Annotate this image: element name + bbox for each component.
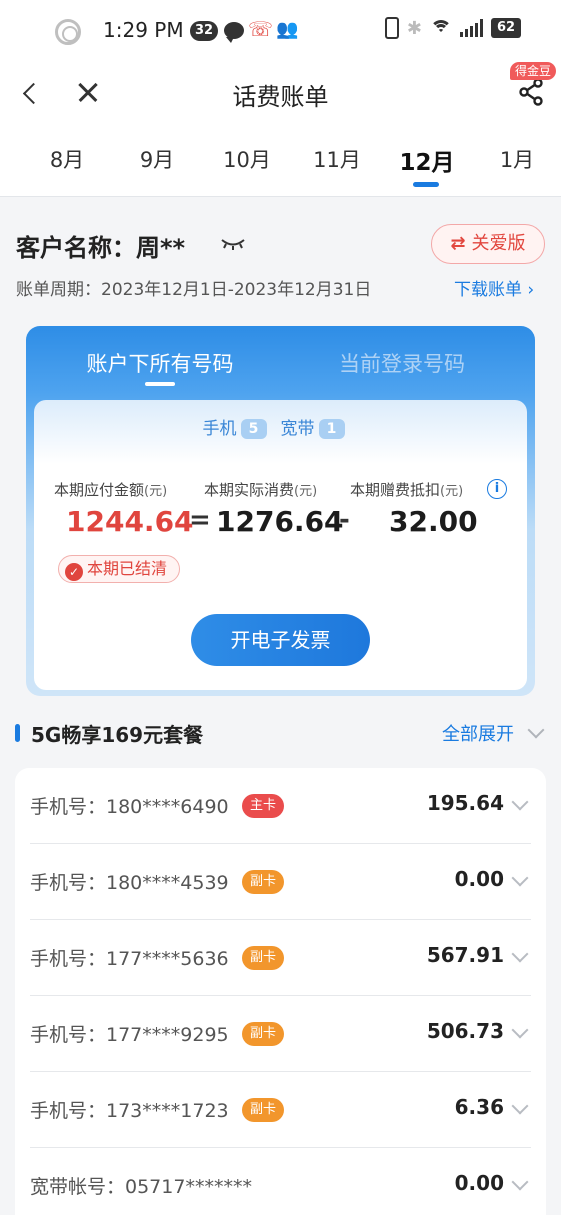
status-bar: 1:29 PM 32 ☏ 👥 ✱ 62 bbox=[0, 0, 561, 62]
section-marker bbox=[15, 724, 20, 742]
chevron-down-icon bbox=[511, 869, 529, 887]
swap-icon: ⇄ bbox=[450, 233, 466, 254]
sub-card-tag: 副卡 bbox=[242, 1098, 285, 1122]
broadband-count: 1 bbox=[318, 419, 345, 439]
tab-month-aug[interactable]: 8月 bbox=[22, 144, 112, 174]
line-amount: 567.91 bbox=[426, 943, 504, 967]
vibrate-icon bbox=[384, 17, 399, 39]
share-icon[interactable] bbox=[518, 78, 548, 108]
info-icon[interactable]: i bbox=[487, 479, 507, 499]
broadband-label: 宽带 bbox=[280, 419, 315, 439]
mobile-count: 5 bbox=[240, 419, 267, 439]
expand-all-button[interactable]: 全部展开 bbox=[442, 720, 514, 746]
line-amount: 0.00 bbox=[454, 867, 504, 891]
battery-icon: 62 bbox=[491, 18, 521, 38]
paid-status-badge: ✓ 本期已结清 bbox=[58, 555, 181, 583]
care-mode-label: 关爱版 bbox=[471, 233, 526, 254]
actual-amount: 1276.64 bbox=[216, 505, 344, 538]
equals-sign: = bbox=[189, 505, 211, 535]
sub-card-tag: 副卡 bbox=[242, 1022, 285, 1046]
line-label: 手机号：173****1723 bbox=[30, 1100, 229, 1122]
nav-bar: 话费账单 bbox=[0, 62, 561, 124]
bill-period: 账单周期：2023年12月1日-2023年12月31日 bbox=[16, 280, 372, 300]
eye-closed-icon[interactable] bbox=[220, 236, 246, 252]
e-invoice-button[interactable]: 开电子发票 bbox=[191, 614, 370, 666]
share-reward-tag: 得金豆 bbox=[510, 62, 557, 80]
actual-label: 本期实际消费(元) bbox=[204, 481, 318, 499]
tab-month-dec[interactable]: 12月 bbox=[382, 143, 472, 177]
chevron-down-icon bbox=[511, 1021, 529, 1039]
list-item[interactable]: 宽带帐号：05717******* 0.00 bbox=[30, 1148, 531, 1215]
list-item[interactable]: 手机号：173****1723 副卡 6.36 bbox=[30, 1072, 531, 1148]
tab-month-oct[interactable]: 10月 bbox=[202, 144, 292, 174]
active-tab-indicator bbox=[413, 182, 439, 187]
tab-month-jan[interactable]: 1月 bbox=[472, 144, 561, 174]
missed-call-icon: ☏ bbox=[248, 17, 274, 41]
month-tabs: 8月 9月 10月 11月 12月 1月 bbox=[0, 132, 561, 192]
check-icon: ✓ bbox=[65, 563, 83, 581]
download-bill-link[interactable]: 下载账单 › bbox=[454, 275, 534, 300]
deduct-label: 本期赠费抵扣(元) bbox=[350, 481, 464, 499]
deduct-amount: 32.00 bbox=[389, 505, 478, 538]
chevron-down-icon[interactable] bbox=[527, 721, 545, 739]
line-counts: 手机 5 宽带 1 bbox=[0, 414, 561, 439]
sub-card-tag: 副卡 bbox=[242, 946, 285, 970]
list-item[interactable]: 手机号：177****5636 副卡 567.91 bbox=[30, 920, 531, 996]
chevron-down-icon bbox=[511, 945, 529, 963]
package-title: 5G畅享169元套餐 bbox=[31, 723, 204, 747]
signal-icon bbox=[460, 19, 483, 37]
line-amount: 506.73 bbox=[426, 1019, 504, 1043]
line-amount: 195.64 bbox=[426, 791, 504, 815]
line-amount: 0.00 bbox=[454, 1171, 504, 1195]
account-tab-indicator bbox=[145, 382, 175, 386]
line-amount: 6.36 bbox=[454, 1095, 504, 1119]
tab-current-number[interactable]: 当前登录号码 bbox=[268, 348, 536, 378]
line-label: 手机号：177****5636 bbox=[30, 948, 229, 970]
payable-label: 本期应付金额(元) bbox=[54, 481, 168, 499]
minus-sign: - bbox=[339, 505, 350, 535]
notification-count-badge: 32 bbox=[190, 21, 219, 41]
tab-all-numbers[interactable]: 账户下所有号码 bbox=[26, 348, 294, 378]
list-item[interactable]: 手机号：180****4539 副卡 0.00 bbox=[30, 844, 531, 920]
bluetooth-icon: ✱ bbox=[406, 17, 422, 39]
customer-name: 客户名称：周** bbox=[16, 234, 186, 262]
assistant-ring-icon bbox=[55, 19, 81, 45]
payable-amount: 1244.64 bbox=[66, 505, 194, 538]
chevron-down-icon bbox=[511, 793, 529, 811]
page-title: 话费账单 bbox=[232, 83, 329, 111]
chevron-down-icon bbox=[511, 1097, 529, 1115]
chat-icon bbox=[224, 22, 244, 43]
main-card-tag: 主卡 bbox=[242, 794, 285, 818]
list-item[interactable]: 手机号：177****9295 副卡 506.73 bbox=[30, 996, 531, 1072]
status-time: 1:29 PM bbox=[103, 18, 184, 42]
tab-month-nov[interactable]: 11月 bbox=[292, 144, 382, 174]
tab-month-sep[interactable]: 9月 bbox=[112, 144, 202, 174]
sub-card-tag: 副卡 bbox=[242, 870, 285, 894]
line-label: 手机号：177****9295 bbox=[30, 1024, 229, 1046]
wifi-icon bbox=[430, 19, 452, 37]
list-item[interactable]: 手机号：180****6490 主卡 195.64 bbox=[30, 768, 531, 844]
line-label: 手机号：180****4539 bbox=[30, 872, 229, 894]
line-label: 宽带帐号：05717******* bbox=[30, 1176, 252, 1198]
mobile-label: 手机 bbox=[202, 419, 237, 439]
contacts-icon: 👥 bbox=[276, 19, 299, 40]
care-mode-button[interactable]: ⇄ 关爱版 bbox=[431, 224, 545, 264]
line-label: 手机号：180****6490 bbox=[30, 796, 229, 818]
chevron-down-icon bbox=[511, 1173, 529, 1191]
